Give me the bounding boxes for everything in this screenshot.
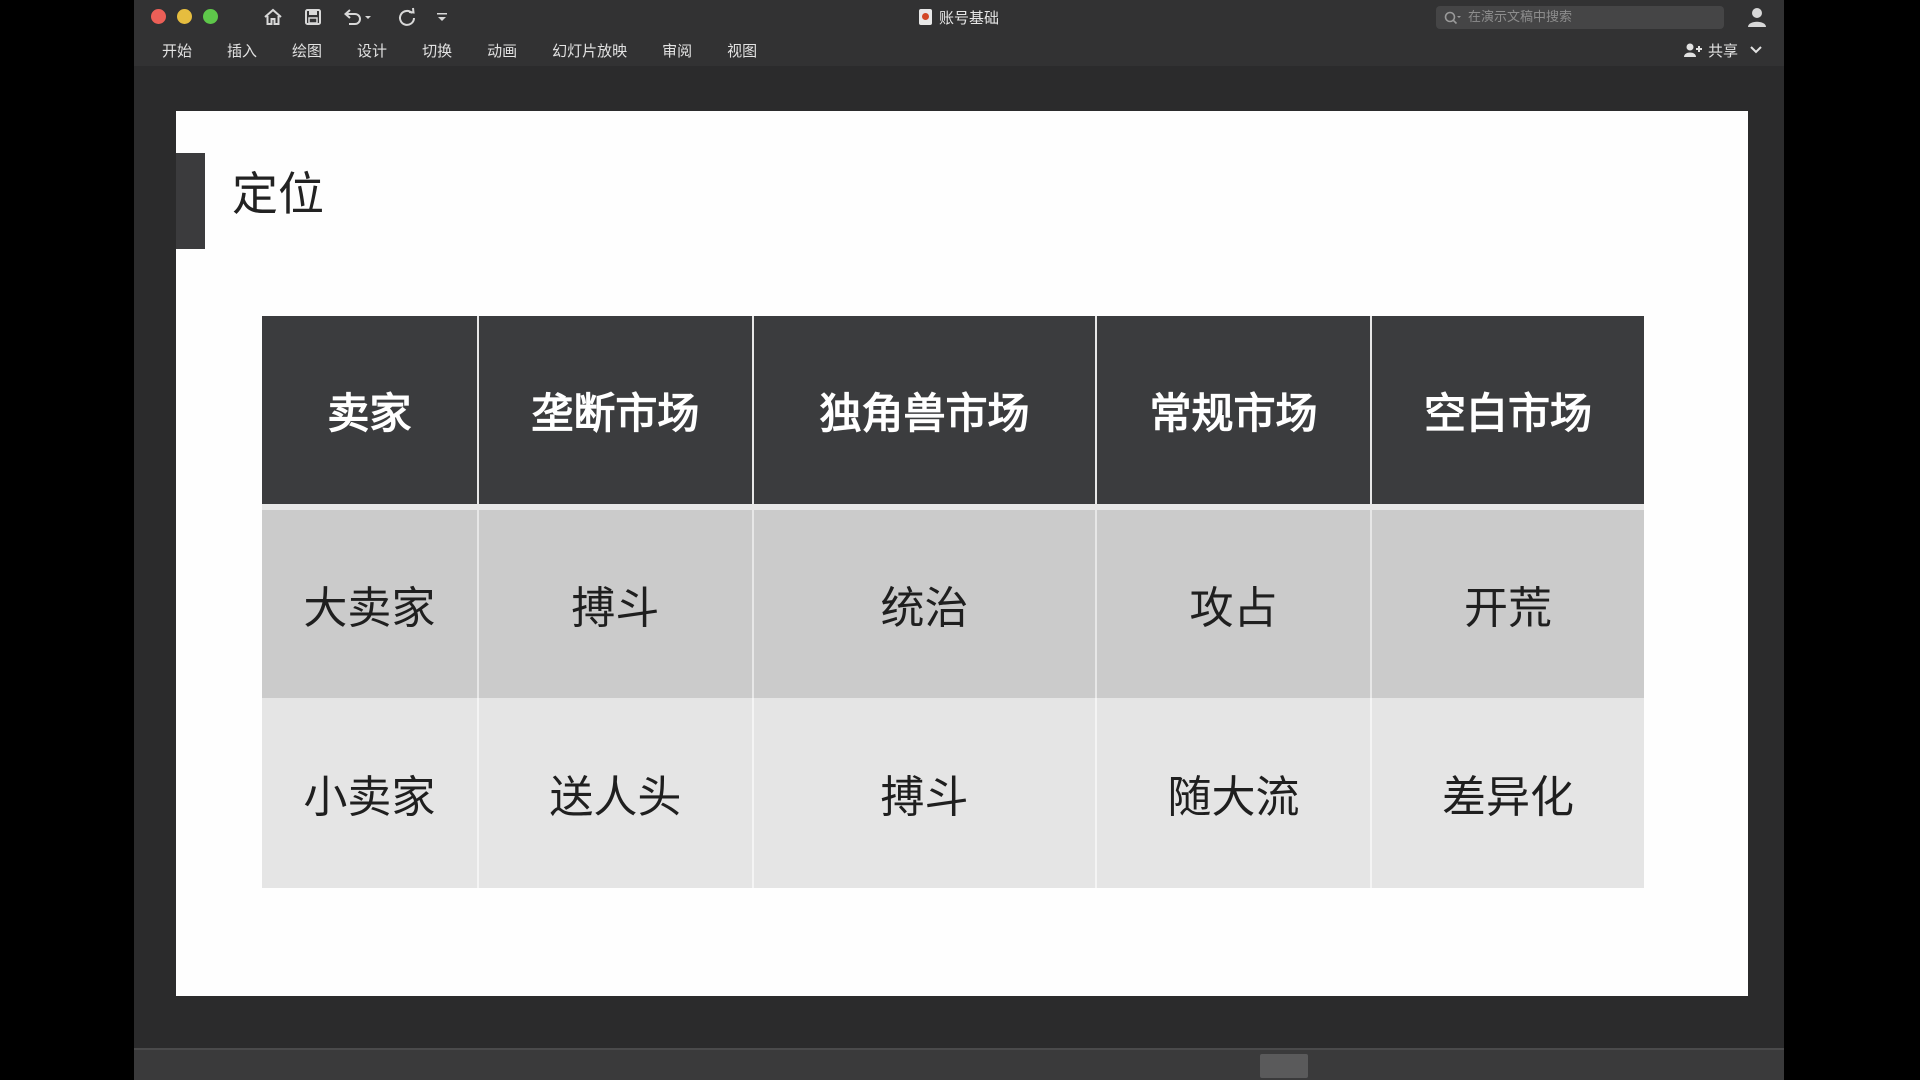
tab-transitions[interactable]: 切换 [422, 40, 452, 61]
tab-insert[interactable]: 插入 [227, 40, 257, 61]
search-box[interactable] [1436, 6, 1724, 29]
title-bar: 账号基础 [134, 0, 1784, 34]
table-header-cell[interactable]: 卖家 [262, 316, 479, 510]
title-accent-bar [176, 153, 205, 249]
table-cell[interactable]: 小卖家 [262, 698, 479, 888]
table-header-row: 卖家 垄断市场 独角兽市场 常规市场 空白市场 [262, 316, 1644, 510]
tab-design[interactable]: 设计 [357, 40, 387, 61]
save-icon[interactable] [300, 4, 326, 30]
share-label: 共享 [1707, 41, 1738, 60]
pptx-file-icon [918, 9, 932, 25]
tab-animations[interactable]: 动画 [487, 40, 517, 61]
horizontal-scrollbar-thumb[interactable] [1260, 1054, 1308, 1078]
table-header-cell[interactable]: 空白市场 [1372, 316, 1644, 510]
tab-view[interactable]: 视图 [727, 40, 757, 61]
chevron-down-icon[interactable] [1750, 46, 1762, 54]
add-person-icon [1683, 42, 1703, 58]
table-header-cell[interactable]: 垄断市场 [478, 316, 754, 510]
redo-icon[interactable] [394, 4, 420, 30]
home-icon[interactable] [260, 4, 286, 30]
tab-home[interactable]: 开始 [162, 40, 192, 61]
tab-review[interactable]: 审阅 [662, 40, 692, 61]
table-cell[interactable]: 随大流 [1097, 698, 1373, 888]
table-cell[interactable]: 搏斗 [478, 510, 754, 698]
share-button[interactable]: 共享 [1683, 39, 1762, 61]
status-bar [134, 1048, 1784, 1080]
table-cell[interactable]: 大卖家 [262, 510, 479, 698]
tab-draw[interactable]: 绘图 [292, 40, 322, 61]
ribbon-tabs: 开始 插入 绘图 设计 切换 动画 幻灯片放映 审阅 视图 [162, 34, 792, 66]
search-input[interactable] [1466, 9, 1710, 26]
table-cell[interactable]: 搏斗 [753, 698, 1097, 888]
zoom-window-button[interactable] [203, 9, 218, 24]
table-cell[interactable]: 差异化 [1372, 698, 1644, 888]
slide-canvas[interactable]: 定位 卖家 垄断市场 独角兽市场 常规市场 空白市场 大卖家 搏斗 统治 攻占 … [176, 111, 1748, 996]
table-row: 大卖家 搏斗 统治 攻占 开荒 [262, 510, 1644, 698]
tab-slide-show[interactable]: 幻灯片放映 [552, 40, 627, 61]
table-cell[interactable]: 开荒 [1372, 510, 1644, 698]
customize-toolbar-icon[interactable] [432, 4, 452, 30]
document-title-text: 账号基础 [938, 8, 999, 27]
table-row: 小卖家 送人头 搏斗 随大流 差异化 [262, 698, 1644, 888]
search-icon [1444, 11, 1462, 25]
minimize-window-button[interactable] [177, 9, 192, 24]
table-cell[interactable]: 送人头 [478, 698, 754, 888]
table-cell[interactable]: 统治 [753, 510, 1097, 698]
table-cell[interactable]: 攻占 [1097, 510, 1373, 698]
positioning-table[interactable]: 卖家 垄断市场 独角兽市场 常规市场 空白市场 大卖家 搏斗 统治 攻占 开荒 … [262, 316, 1644, 888]
close-window-button[interactable] [151, 9, 166, 24]
ribbon-tab-bar: 开始 插入 绘图 设计 切换 动画 幻灯片放映 审阅 视图 共享 [134, 34, 1784, 66]
table-header-cell[interactable]: 独角兽市场 [753, 316, 1097, 510]
powerpoint-window: 账号基础 开始 插入 绘图 设计 切换 动画 幻灯片放映 审阅 视图 [134, 0, 1784, 1080]
slide-title[interactable]: 定位 [232, 171, 324, 217]
account-icon[interactable] [1744, 5, 1768, 29]
undo-icon[interactable] [340, 4, 374, 30]
table-header-cell[interactable]: 常规市场 [1097, 316, 1373, 510]
